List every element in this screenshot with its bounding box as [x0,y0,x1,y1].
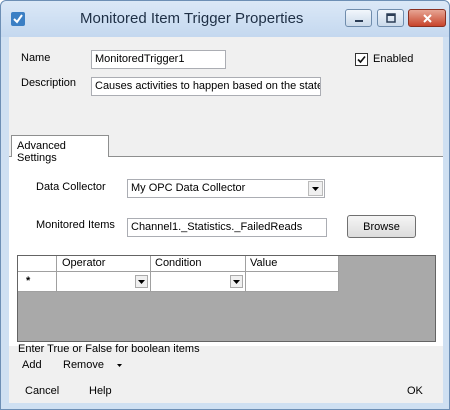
operator-dropdown-button[interactable] [135,275,148,288]
monitored-items-input[interactable]: Channel1._Statistics._FailedReads [127,218,327,237]
maximize-icon [385,13,396,23]
chevron-down-icon [233,279,240,284]
chevron-down-icon [138,279,145,284]
close-icon [422,13,432,23]
minimize-icon [354,20,363,22]
dropdown-arrow-button[interactable] [308,181,323,196]
checkmark-icon [357,55,366,64]
column-header-value[interactable]: Value [246,256,339,272]
grid-toolbar: Add Remove [9,356,443,376]
cancel-button[interactable]: Cancel [25,385,59,397]
description-label: Description [21,77,77,89]
enabled-checkbox[interactable] [355,53,368,66]
name-label: Name [21,52,51,64]
maximize-button[interactable] [377,9,404,27]
tab-advanced-settings[interactable]: Advanced Settings [11,135,109,164]
dialog-footer: Cancel Help OK [9,378,443,403]
data-collector-label: Data Collector [36,181,106,193]
operator-cell[interactable] [57,272,151,292]
add-button[interactable]: Add [22,359,42,371]
column-header-operator[interactable]: Operator [57,256,151,272]
close-button[interactable] [408,9,446,27]
app-icon [10,11,26,27]
new-row-marker: * [18,272,57,292]
data-collector-select[interactable]: My OPC Data Collector [127,179,325,198]
browse-button[interactable]: Browse [347,215,416,238]
name-input[interactable]: MonitoredTrigger1 [91,50,226,69]
condition-cell[interactable] [151,272,246,292]
dialog-body: Name MonitoredTrigger1 Enabled Descripti… [9,37,443,403]
condition-dropdown-button[interactable] [230,275,243,288]
monitored-items-label: Monitored Items [36,219,115,231]
dialog-window: Monitored Item Trigger Properties Name M… [0,0,450,410]
boolean-hint-text: Enter True or False for boolean items [18,343,200,355]
conditions-grid[interactable]: Operator Condition Value * [17,255,436,342]
chevron-down-icon [117,364,122,367]
data-collector-value: My OPC Data Collector [131,182,246,194]
remove-dropdown-button[interactable] [117,364,122,367]
description-input[interactable]: Causes activities to happen based on the… [91,77,321,96]
window-title: Monitored Item Trigger Properties [80,10,304,27]
help-button[interactable]: Help [89,385,112,397]
ok-button[interactable]: OK [407,385,423,397]
grid-corner-header [18,256,57,272]
title-bar[interactable]: Monitored Item Trigger Properties [1,1,449,37]
column-header-condition[interactable]: Condition [151,256,246,272]
minimize-button[interactable] [345,9,372,27]
value-cell[interactable] [246,272,339,292]
remove-button[interactable]: Remove [63,359,104,371]
enabled-label: Enabled [373,53,414,65]
chevron-down-icon [312,186,319,191]
